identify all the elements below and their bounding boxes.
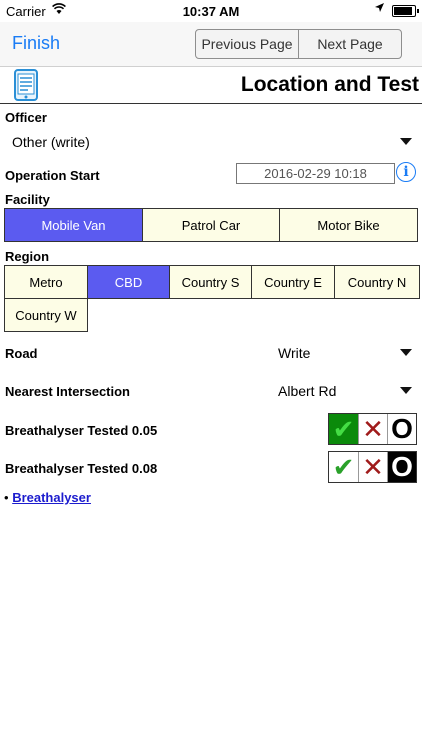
road-value: Write (278, 345, 311, 361)
document-phone-icon (14, 69, 38, 101)
finish-button[interactable]: Finish (12, 33, 60, 54)
region-option-metro[interactable]: Metro (4, 265, 88, 299)
location-arrow-icon (374, 2, 385, 16)
chevron-down-icon (400, 138, 412, 145)
info-icon[interactable]: i (396, 162, 416, 182)
region-option-country-w[interactable]: Country W (4, 298, 88, 332)
chevron-down-icon (400, 387, 412, 394)
region-option-country-e[interactable]: Country E (251, 265, 335, 299)
breathalyser-link[interactable]: Breathalyser (12, 490, 91, 505)
officer-dropdown[interactable]: Other (write) (4, 127, 418, 157)
check-icon[interactable]: ✔ (329, 452, 358, 482)
region-option-country-s[interactable]: Country S (169, 265, 252, 299)
battery-icon (392, 5, 419, 17)
facility-options: Mobile Van Patrol Car Motor Bike (4, 208, 418, 242)
cross-icon[interactable]: ✕ (358, 452, 387, 482)
officer-label: Officer (5, 110, 47, 125)
cross-icon[interactable]: ✕ (358, 414, 387, 444)
navigation-bar: Finish Previous Page Next Page (0, 22, 422, 67)
facility-option-patrol-car[interactable]: Patrol Car (142, 208, 280, 242)
clock: 10:37 AM (182, 4, 240, 19)
operation-start-field[interactable]: 2016-02-29 10:18 (236, 163, 395, 184)
nearest-intersection-value: Albert Rd (278, 383, 337, 399)
circle-icon[interactable]: O (387, 413, 416, 444)
facility-option-mobile-van[interactable]: Mobile Van (4, 208, 143, 242)
circle-icon[interactable]: O (387, 451, 416, 482)
previous-page-button[interactable]: Previous Page (196, 30, 298, 58)
reference-links: • Breathalyser (4, 490, 91, 505)
officer-value: Other (write) (12, 134, 90, 150)
region-label: Region (5, 249, 50, 264)
facility-option-motor-bike[interactable]: Motor Bike (279, 208, 418, 242)
operation-start-label: Operation Start (5, 168, 100, 183)
breathalyser-005-selector: ✔ ✕ O (328, 413, 417, 445)
region-option-cbd[interactable]: CBD (87, 265, 170, 299)
region-options: Metro CBD Country S Country E Country N (4, 265, 420, 299)
breathalyser-008-label: Breathalyser Tested 0.08 (5, 461, 158, 476)
chevron-down-icon (400, 349, 412, 356)
road-dropdown[interactable]: Write (270, 338, 418, 368)
road-label: Road (5, 346, 38, 361)
breathalyser-008-selector: ✔ ✕ O (328, 451, 417, 483)
page-header: Location and Test (0, 67, 422, 104)
facility-label: Facility (5, 192, 50, 207)
check-icon[interactable]: ✔ (329, 414, 358, 444)
status-bar: Carrier 10:37 AM (0, 0, 422, 22)
region-option-country-n[interactable]: Country N (334, 265, 420, 299)
page-navigation: Previous Page Next Page (195, 29, 402, 59)
next-page-button[interactable]: Next Page (298, 30, 401, 58)
bullet: • (4, 490, 9, 505)
nearest-intersection-dropdown[interactable]: Albert Rd (270, 376, 418, 406)
nearest-intersection-label: Nearest Intersection (5, 384, 130, 399)
page-title: Location and Test (240, 73, 419, 96)
breathalyser-005-label: Breathalyser Tested 0.05 (5, 423, 158, 438)
region-options-row-2: Country W (4, 298, 88, 332)
